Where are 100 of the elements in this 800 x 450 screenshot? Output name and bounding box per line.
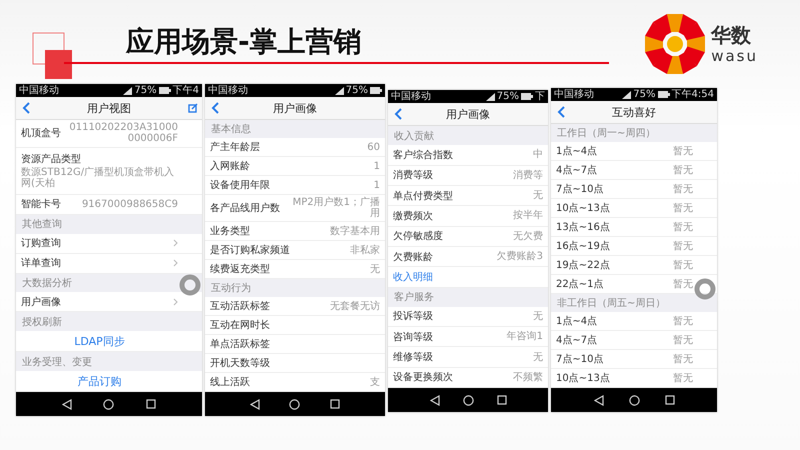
row-label: 入网账龄	[210, 160, 250, 173]
row-value: 无	[533, 310, 543, 322]
row-label: 10点~13点	[556, 372, 610, 385]
row-label: 各产品线用户数	[210, 202, 280, 215]
row-label: 产主年龄层	[210, 140, 260, 154]
row-value: 暂无	[673, 334, 693, 346]
list-row[interactable]: 用户画像	[16, 292, 202, 312]
slide-title: 应用场景-掌上营销	[126, 24, 362, 60]
logo-name: 华数	[711, 23, 752, 47]
recents-icon[interactable]	[146, 399, 156, 409]
row-value: 年咨询1	[506, 331, 543, 342]
row-value: 暂无	[673, 146, 693, 156]
row-label: 消费等级	[393, 168, 433, 182]
back-icon[interactable]	[250, 398, 260, 410]
row-value: 欠费账龄3	[496, 251, 543, 262]
battery-level: 75%	[496, 90, 519, 102]
battery-level: 75%	[633, 88, 656, 100]
recents-icon[interactable]	[496, 395, 506, 405]
row-label: 互动在网时长	[210, 318, 270, 332]
recents-icon[interactable]	[664, 395, 674, 405]
signal-icon	[622, 90, 632, 98]
home-icon[interactable]	[103, 398, 114, 410]
action-link[interactable]: LDAP同步	[74, 334, 125, 349]
row-label: 7点~10点	[556, 182, 604, 196]
clock-time: 下	[535, 90, 545, 102]
screen-title: 互动喜好	[612, 104, 656, 120]
screen-title: 用户画像	[273, 100, 317, 116]
row-value: 暂无	[673, 354, 693, 364]
row-label: 4点~7点	[556, 164, 598, 177]
section-header: 大数据分析	[22, 276, 72, 290]
row-value: 无套餐无访	[330, 300, 380, 312]
recents-icon[interactable]	[330, 399, 340, 409]
row-label: 业务类型	[210, 224, 250, 238]
floating-button[interactable]	[694, 278, 716, 300]
battery-icon	[658, 91, 670, 98]
home-icon[interactable]	[462, 394, 474, 406]
row-label: 设备使用年限	[210, 179, 270, 192]
signal-icon	[486, 92, 495, 100]
battery-level: 75%	[134, 84, 157, 96]
edit-icon[interactable]	[188, 103, 198, 113]
row-value: 暂无	[673, 164, 693, 176]
row-label: 13点~16点	[556, 220, 610, 234]
list-row[interactable]: 详单查询	[16, 254, 202, 274]
row-label: 16点~19点	[556, 240, 610, 253]
carrier-name: 中国移动	[554, 88, 594, 100]
back-icon[interactable]	[430, 394, 440, 406]
section-header: 互动行为	[211, 282, 251, 295]
section-header: 基本信息	[211, 122, 251, 136]
row-value: 60	[367, 142, 380, 152]
row-value: 不频繁	[513, 372, 543, 383]
row-label: 续费返充类型	[210, 262, 270, 276]
row-label: 资源产品类型	[21, 152, 81, 166]
carrier-name: 中国移动	[208, 84, 248, 96]
row-value: 无	[533, 352, 543, 363]
row-label: 开机天数等级	[210, 356, 270, 370]
row-label: 19点~22点	[556, 258, 610, 272]
row-label: 设备更换频次	[393, 370, 453, 384]
carrier-name: 中国移动	[19, 84, 59, 96]
section-header: 工作日（周一~周四）	[557, 127, 656, 140]
row-value: 无	[370, 264, 380, 274]
row-value: 01110202203A310000000006F	[68, 122, 178, 144]
carrier-name: 中国移动	[391, 90, 431, 102]
row-value: 无	[533, 190, 543, 202]
home-icon[interactable]	[628, 394, 640, 406]
section-header: 非工作日（周五~周日）	[557, 296, 666, 310]
action-link[interactable]: 产品订购	[78, 374, 122, 389]
row-label: 用户画像	[21, 296, 61, 309]
row-value: 数字基本用	[330, 226, 380, 236]
battery-icon	[370, 87, 382, 94]
home-icon[interactable]	[289, 398, 300, 410]
row-label: 4点~7点	[556, 334, 598, 347]
row-value: 消费等	[513, 170, 543, 181]
row-label: 维修等级	[393, 350, 433, 364]
detail-link[interactable]: 收入明细	[393, 270, 433, 284]
list-row[interactable]: 订购查询	[16, 234, 202, 254]
row-value: 暂无	[673, 372, 693, 384]
back-icon[interactable]	[62, 398, 72, 410]
clock-time: 下午4:54	[672, 88, 714, 100]
row-label: 是否订购私家频道	[210, 244, 290, 257]
section-header: 客户服务	[394, 290, 434, 304]
row-label: 7点~10点	[556, 352, 604, 366]
row-label: 1点~4点	[556, 314, 598, 328]
floating-button[interactable]	[179, 274, 201, 296]
battery-icon	[521, 93, 533, 100]
row-label: 机顶盒号	[21, 126, 61, 140]
row-label: 线上活跃	[210, 376, 250, 389]
row-value: 暂无	[673, 278, 693, 290]
row-value: 1	[374, 180, 380, 190]
row-label: 互动活跃标签	[210, 300, 270, 313]
row-value: 暂无	[673, 240, 693, 252]
chevron-icon	[173, 239, 178, 248]
signal-icon	[334, 86, 344, 94]
battery-level: 75%	[346, 84, 368, 96]
row-label: 投诉等级	[393, 310, 433, 324]
row-value: 9167000988658C9	[82, 198, 178, 210]
row-value: 暂无	[673, 316, 693, 326]
back-icon[interactable]	[594, 394, 604, 406]
battery-icon	[158, 87, 171, 94]
signal-icon	[123, 86, 132, 94]
row-label: 10点~13点	[556, 202, 610, 215]
